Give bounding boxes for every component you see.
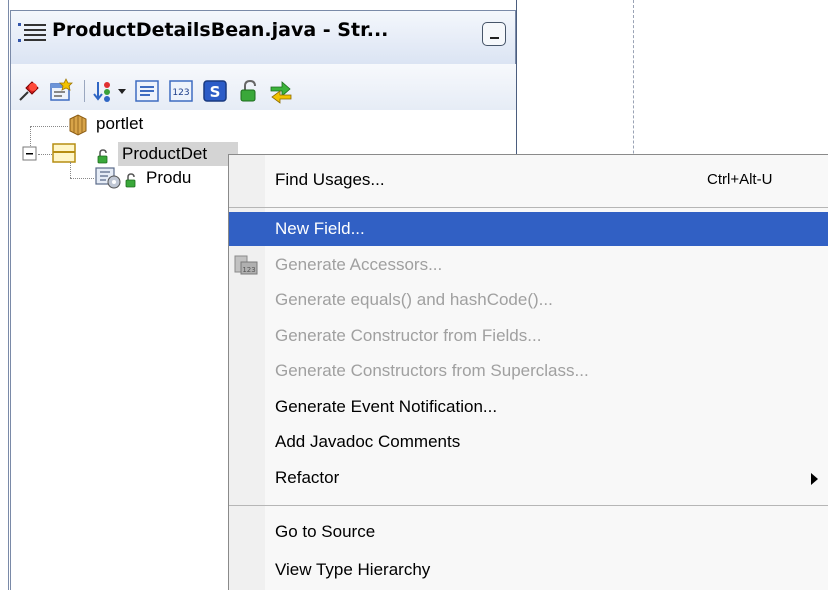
show-static-icon[interactable]: S — [202, 78, 228, 104]
menu-item-generate-accessors[interactable]: 123 Generate Accessors... — [229, 248, 828, 282]
tree-line — [30, 126, 68, 128]
menu-item-label: Find Usages... — [275, 170, 385, 189]
svg-text:123: 123 — [172, 88, 189, 98]
svg-text:123: 123 — [242, 266, 255, 274]
menu-item-label: Generate equals() and hashCode()... — [275, 290, 553, 309]
collapse-icon[interactable] — [22, 146, 38, 162]
sort-icon[interactable] — [92, 78, 118, 104]
menu-item-label: Generate Constructors from Superclass... — [275, 361, 589, 380]
tree-line — [70, 178, 94, 180]
menu-item-generate-equals-hashcode[interactable]: Generate equals() and hashCode()... — [229, 283, 828, 317]
sort-dropdown-icon[interactable] — [117, 86, 127, 96]
menu-item-generate-event-notification[interactable]: Generate Event Notification... — [229, 390, 828, 424]
panel-left-border — [0, 0, 9, 590]
toolbar-separator — [84, 80, 85, 102]
menu-item-view-type-hierarchy[interactable]: View Type Hierarchy — [229, 553, 828, 587]
menu-item-label: Go to Source — [275, 522, 376, 541]
tree-item-label[interactable]: ProductDet — [122, 144, 207, 164]
menu-item-shortcut: Ctrl+Alt-U — [707, 171, 773, 188]
menu-item-label: Add Javadoc Comments — [275, 432, 461, 451]
menu-item-generate-constructor-from-fields[interactable]: Generate Constructor from Fields... — [229, 319, 828, 353]
minimize-button[interactable] — [482, 22, 506, 46]
tree-item-label[interactable]: portlet — [96, 114, 143, 134]
menu-item-refactor[interactable]: Refactor — [229, 461, 828, 495]
panel-title: ProductDetailsBean.java - Str... — [52, 19, 389, 41]
menu-item-go-to-source[interactable]: Go to Source — [229, 515, 828, 549]
sync-icon[interactable] — [268, 78, 294, 104]
new-view-icon[interactable] — [48, 78, 74, 104]
menu-item-label: Refactor — [275, 468, 340, 487]
structure-toolbar — [10, 64, 516, 110]
tree-item-label[interactable]: Produ — [146, 168, 191, 188]
public-lock-icon — [97, 149, 108, 164]
pin-icon[interactable] — [16, 78, 42, 104]
menu-item-find-usages[interactable]: Find Usages... Ctrl+Alt-U — [229, 163, 828, 197]
tree-line — [38, 154, 52, 156]
tree-line — [70, 162, 72, 178]
svg-text:S: S — [210, 83, 221, 101]
menu-item-add-javadoc-comments[interactable]: Add Javadoc Comments — [229, 425, 828, 459]
menu-separator — [229, 505, 828, 506]
show-public-icon[interactable] — [236, 78, 262, 104]
constructor-icon — [95, 167, 121, 189]
menu-item-label: Generate Constructor from Fields... — [275, 326, 542, 345]
menu-item-label: Generate Accessors... — [275, 255, 443, 274]
menu-separator — [229, 207, 828, 208]
show-constants-icon[interactable]: 123 — [168, 78, 194, 104]
menu-item-label: View Type Hierarchy — [275, 560, 431, 579]
generate-accessors-icon: 123 — [234, 255, 258, 275]
show-fields-icon[interactable] — [134, 78, 160, 104]
menu-item-generate-constructors-from-superclass[interactable]: Generate Constructors from Superclass... — [229, 354, 828, 388]
structure-icon — [18, 23, 46, 42]
submenu-arrow-icon — [811, 473, 818, 485]
public-lock-icon — [125, 173, 136, 188]
package-icon — [69, 114, 87, 136]
menu-item-new-field[interactable]: New Field... — [229, 212, 828, 246]
class-icon — [52, 143, 76, 163]
menu-item-label: New Field... — [275, 219, 365, 238]
menu-item-label: Generate Event Notification... — [275, 397, 498, 416]
